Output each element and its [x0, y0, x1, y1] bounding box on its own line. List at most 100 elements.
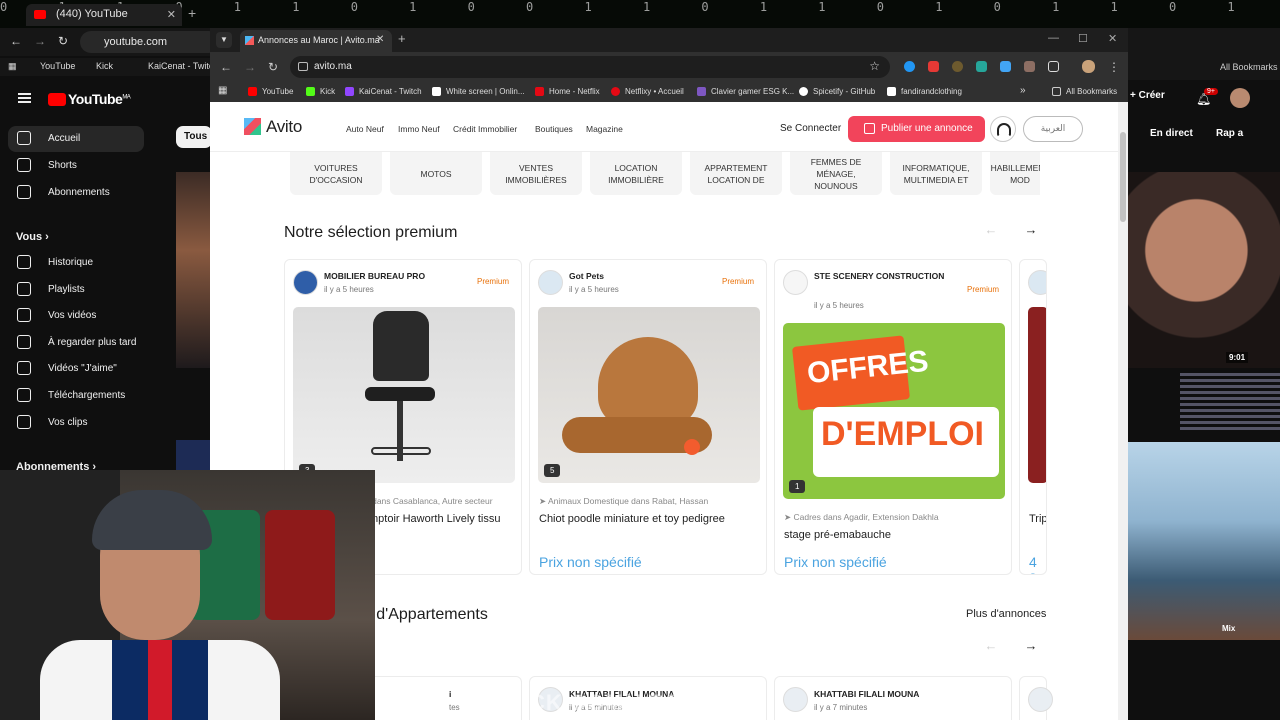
bookmark-fandir[interactable]: fandirandclothing: [901, 87, 962, 96]
yt-url-field[interactable]: youtube.com: [80, 31, 220, 53]
nav-boutiques[interactable]: Boutiques: [535, 124, 573, 134]
tab-avito[interactable]: Annonces au Maroc | Avito.ma: [240, 30, 392, 52]
nav-credit-immobilier[interactable]: Crédit Immobilier: [453, 124, 517, 134]
back-icon[interactable]: ←: [220, 60, 232, 74]
category-item[interactable]: FEMMES DE MÉNAGE, NOUNOUS: [790, 152, 882, 195]
url-field[interactable]: avito.ma ☆: [290, 56, 890, 78]
bookmark-clavier[interactable]: Clavier gamer ESG K...: [711, 87, 794, 96]
category-item[interactable]: LOCATION IMMOBILIÈRE: [590, 152, 682, 195]
avatar[interactable]: [1230, 88, 1250, 108]
ad-card[interactable]: [1019, 676, 1053, 720]
chip-en-direct[interactable]: En direct: [1150, 128, 1193, 139]
close-window-icon[interactable]: ✕: [1108, 32, 1117, 45]
more-icon[interactable]: ⋮: [1108, 60, 1120, 74]
ad-title[interactable]: Chiot poodle miniature et toy pedigree: [539, 513, 725, 525]
scrollbar[interactable]: [1118, 102, 1128, 720]
star-icon[interactable]: ☆: [869, 59, 880, 73]
language-button[interactable]: العربية: [1023, 116, 1083, 142]
reload-icon[interactable]: ↻: [268, 60, 278, 74]
apps-icon[interactable]: ▦: [8, 61, 17, 72]
bookmark-netflixy[interactable]: Netflixy • Accueil: [625, 87, 684, 96]
bookmark-youtube[interactable]: YouTube: [262, 87, 293, 96]
ad-image[interactable]: OFFRES D'EMPLOI 1: [783, 323, 1005, 499]
category-item[interactable]: HABILLEMENT MOD: [990, 152, 1040, 195]
nav-immo-neuf[interactable]: Immo Neuf: [398, 124, 440, 134]
yt-tab[interactable]: (440) YouTube ✕: [26, 4, 182, 26]
chevron-right-icon[interactable]: »: [1020, 85, 1026, 96]
sidebar-item-liked[interactable]: Vidéos "J'aime": [8, 356, 144, 382]
forward-icon[interactable]: →: [34, 34, 46, 48]
bookmark-kick[interactable]: Kick: [96, 61, 113, 71]
sidebar-section-vous[interactable]: Vous ›: [8, 224, 144, 250]
chip-rap[interactable]: Rap a: [1216, 128, 1243, 139]
ad-title[interactable]: Trip: [1029, 513, 1046, 525]
bookmark-kaicenat[interactable]: KaiCenat - Twitch: [359, 87, 422, 96]
video-thumbnail[interactable]: [1128, 172, 1280, 368]
site-info-icon[interactable]: [298, 62, 308, 71]
ad-card[interactable]: KHATTABI FILALI MOUNA il y a 7 minutes: [774, 676, 1012, 720]
carousel-prev-button[interactable]: ←: [978, 634, 1004, 660]
bookmark-kaicenat[interactable]: KaiCenat - Twitch: [148, 61, 218, 71]
sidebar-item-clips[interactable]: Vos clips: [8, 410, 144, 436]
ad-card[interactable]: Got Pets il y a 5 heures Premium 5 ➤ Ani…: [529, 259, 767, 575]
all-bookmarks[interactable]: All Bookmarks: [1220, 62, 1278, 72]
video-thumbnail[interactable]: [176, 440, 210, 470]
ad-image[interactable]: 5: [538, 307, 760, 483]
category-item[interactable]: INFORMATIQUE, MULTIMEDIA ET: [890, 152, 982, 195]
extension-icon[interactable]: [928, 61, 939, 72]
video-thumbnail[interactable]: [1128, 442, 1280, 640]
headset-icon[interactable]: [990, 116, 1016, 142]
sidebar-item-playlists[interactable]: Playlists: [8, 277, 144, 303]
new-tab-icon[interactable]: +: [398, 31, 406, 46]
ad-card[interactable]: STE SCENERY CONSTRUCTION il y a 5 heures…: [774, 259, 1012, 575]
ad-image[interactable]: 3: [293, 307, 515, 483]
extension-icon[interactable]: [976, 61, 987, 72]
ad-title[interactable]: mptoir Haworth Lively tissu: [369, 513, 500, 525]
sidebar-item-abonnements[interactable]: Abonnements: [8, 180, 144, 206]
create-button[interactable]: + Créer: [1130, 90, 1180, 110]
category-item[interactable]: MOTOS: [390, 152, 482, 195]
carousel-prev-button[interactable]: ←: [978, 218, 1004, 244]
category-item[interactable]: VENTES IMMOBILIÈRES: [490, 152, 582, 195]
bookmark-spicetify[interactable]: Spicetify - GitHub: [813, 87, 875, 96]
extension-icon[interactable]: [1000, 61, 1011, 72]
new-tab-icon[interactable]: +: [188, 5, 196, 21]
ad-image[interactable]: [1028, 307, 1046, 483]
extension-icon[interactable]: [1024, 61, 1035, 72]
apps-icon[interactable]: ▦: [218, 85, 227, 96]
forward-icon[interactable]: →: [244, 60, 256, 74]
sidebar-item-watch-later[interactable]: À regarder plus tard: [8, 330, 144, 356]
carousel-next-button[interactable]: →: [1018, 634, 1044, 660]
bookmark-netflix[interactable]: Home - Netflix: [549, 87, 600, 96]
sidebar-item-vos-videos[interactable]: Vos vidéos: [8, 303, 144, 329]
bookmark-kick[interactable]: Kick: [320, 87, 335, 96]
profile-avatar[interactable]: [1082, 60, 1095, 73]
chip-tous[interactable]: Tous: [176, 126, 212, 148]
more-ads-link[interactable]: Plus d'annonces: [966, 608, 1046, 620]
login-link[interactable]: Se Connecter: [780, 123, 841, 134]
minimize-icon[interactable]: —: [1048, 32, 1059, 44]
ad-title[interactable]: stage pré-emabauche: [784, 529, 891, 541]
scrollbar-thumb[interactable]: [1120, 132, 1126, 222]
sidebar-item-downloads[interactable]: Téléchargements: [8, 383, 144, 409]
carousel-next-button[interactable]: →: [1018, 218, 1044, 244]
sidebar-item-shorts[interactable]: Shorts: [8, 153, 144, 179]
extension-icon[interactable]: [952, 61, 963, 72]
menu-icon[interactable]: [18, 93, 31, 103]
back-icon[interactable]: ←: [10, 34, 22, 48]
avito-logo[interactable]: Avito: [244, 117, 302, 137]
category-item[interactable]: VOITURES D'OCCASION: [290, 152, 382, 195]
category-item[interactable]: APPARTEMENT LOCATION DE: [690, 152, 782, 195]
nav-magazine[interactable]: Magazine: [586, 124, 623, 134]
chevron-down-icon[interactable]: ▼: [216, 32, 232, 48]
sidebar-item-accueil[interactable]: Accueil: [8, 126, 144, 152]
all-bookmarks[interactable]: All Bookmarks: [1066, 87, 1117, 96]
youtube-logo[interactable]: YouTubeMA: [48, 91, 131, 107]
bookmark-youtube[interactable]: YouTube: [40, 61, 75, 71]
sidebar-item-historique[interactable]: Historique: [8, 250, 144, 276]
publish-ad-button[interactable]: Publier une annonce: [848, 116, 985, 142]
close-icon[interactable]: ✕: [376, 34, 384, 45]
puzzle-icon[interactable]: [1048, 61, 1059, 72]
reload-icon[interactable]: ↻: [58, 34, 68, 48]
video-thumbnail[interactable]: [176, 172, 210, 368]
